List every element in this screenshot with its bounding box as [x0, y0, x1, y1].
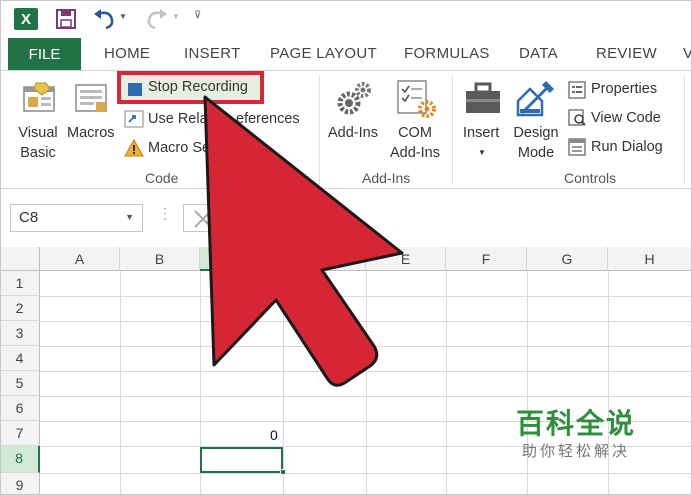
gridline — [608, 271, 609, 495]
gridline — [446, 271, 447, 495]
column-header[interactable]: G — [527, 247, 608, 271]
excel-icon: X — [14, 8, 38, 30]
redo-dropdown-icon: ▼ — [172, 12, 180, 21]
group-label-controls: Controls — [564, 170, 617, 186]
ribbon-developer: Visual Basic Macros Stop Recording Use R… — [0, 71, 692, 189]
row-header[interactable]: 4 — [0, 346, 40, 371]
warning-icon — [124, 139, 144, 157]
insert-dropdown-icon: ▼ — [478, 148, 486, 157]
com-add-ins-label-1: COM — [398, 125, 432, 141]
gridline — [40, 371, 692, 372]
chevron-down-icon[interactable]: ▼ — [125, 212, 134, 222]
properties-label: Properties — [591, 81, 658, 97]
customize-icon[interactable]: ⊽ — [194, 10, 201, 21]
design-mode-label-2: Mode — [517, 145, 555, 161]
row-header[interactable]: 9 — [0, 473, 40, 495]
group-label-code: Code — [145, 170, 179, 186]
visual-basic-label-1: Visual — [18, 125, 58, 141]
column-header[interactable]: A — [40, 247, 120, 271]
tab-data[interactable]: DATA — [519, 45, 558, 62]
gridline — [40, 473, 692, 474]
column-header[interactable]: B — [120, 247, 200, 271]
fill-handle[interactable] — [280, 469, 286, 475]
use-relative-label-tail: eferences — [236, 111, 300, 127]
gridline — [40, 396, 692, 397]
ribbon-separator — [684, 76, 685, 184]
design-mode-icon — [516, 81, 554, 117]
select-all-corner[interactable] — [0, 247, 40, 271]
visual-basic-icon — [23, 82, 55, 112]
name-box-value: C8 — [19, 209, 39, 226]
gridline — [283, 271, 284, 495]
visual-basic-label-2: Basic — [20, 145, 56, 161]
toolbox-icon — [466, 82, 500, 113]
column-header[interactable]: H — [608, 247, 692, 271]
gridline — [40, 346, 692, 347]
row-header[interactable]: 7 — [0, 421, 40, 446]
gridline — [366, 271, 367, 495]
gridline — [40, 321, 692, 322]
view-code-icon — [568, 109, 586, 126]
formula-bar: C8 ▼ ⋮ — [0, 189, 692, 247]
insert-control-label: Insert — [463, 125, 500, 141]
column-header[interactable] — [283, 247, 366, 271]
com-add-ins-label-2: Add-Ins — [390, 145, 440, 161]
cell-c7-value[interactable]: 0 — [270, 427, 278, 443]
column-header[interactable] — [200, 247, 283, 271]
com-add-ins-icon — [397, 80, 436, 118]
ribbon-separator — [319, 76, 320, 184]
tab-view[interactable]: V — [683, 45, 692, 62]
tab-file[interactable]: FILE — [8, 38, 81, 70]
design-mode-label-1: Design — [513, 125, 559, 141]
cancel-button[interactable] — [183, 204, 223, 232]
run-dialog-icon — [568, 138, 586, 156]
tab-review[interactable]: REVIEW — [596, 45, 657, 62]
row-header[interactable]: 5 — [0, 371, 40, 396]
ribbon-tabs: FILE HOME INSERT PAGE LAYOUT FORMULAS DA… — [0, 38, 692, 70]
watermark-subtitle: 助你轻松解决 — [522, 442, 631, 460]
stop-square-icon — [128, 83, 142, 96]
tab-home[interactable]: HOME — [104, 45, 150, 62]
name-box[interactable]: C8 ▼ — [10, 204, 143, 232]
tab-insert[interactable]: INSERT — [184, 45, 241, 62]
column-header[interactable]: F — [446, 247, 527, 271]
row-header[interactable]: 3 — [0, 321, 40, 346]
relative-references-icon — [124, 110, 144, 128]
stop-recording-label: Stop Recording — [148, 79, 248, 95]
macro-security-label: Macro Se — [148, 140, 211, 156]
close-icon — [194, 210, 212, 228]
quick-access-toolbar: X ▼ ▼ ⊽ — [0, 0, 692, 38]
save-icon[interactable] — [56, 9, 76, 29]
group-label-add-ins: Add-Ins — [362, 170, 411, 186]
undo-dropdown-icon[interactable]: ▼ — [119, 12, 127, 21]
tab-formulas[interactable]: FORMULAS — [404, 45, 490, 62]
gridline — [527, 271, 528, 495]
row-header[interactable]: 6 — [0, 396, 40, 421]
add-ins-label: Add-Ins — [328, 125, 378, 141]
gridline — [120, 271, 121, 495]
view-code-label: View Code — [591, 110, 661, 126]
watermark-title: 百科全说 — [516, 407, 637, 440]
macros-icon — [75, 84, 107, 112]
gridline — [40, 296, 692, 297]
undo-icon[interactable] — [92, 8, 116, 30]
macros-label: Macros — [67, 125, 115, 141]
selected-cell-c8[interactable] — [200, 447, 283, 473]
stop-recording-button[interactable]: Stop Recording — [117, 71, 264, 104]
row-header[interactable]: 8 — [0, 446, 40, 473]
column-header[interactable]: E — [366, 247, 446, 271]
row-header[interactable]: 1 — [0, 271, 40, 296]
run-dialog-label: Run Dialog — [591, 139, 663, 155]
properties-icon — [568, 81, 586, 99]
use-relative-label: Use Relat — [148, 111, 212, 127]
tab-page-layout[interactable]: PAGE LAYOUT — [270, 45, 377, 62]
drag-handle-icon[interactable]: ⋮ — [158, 205, 172, 222]
redo-icon — [147, 9, 167, 30]
gears-icon — [337, 82, 371, 115]
ribbon-separator — [452, 76, 453, 184]
row-header[interactable]: 2 — [0, 296, 40, 321]
